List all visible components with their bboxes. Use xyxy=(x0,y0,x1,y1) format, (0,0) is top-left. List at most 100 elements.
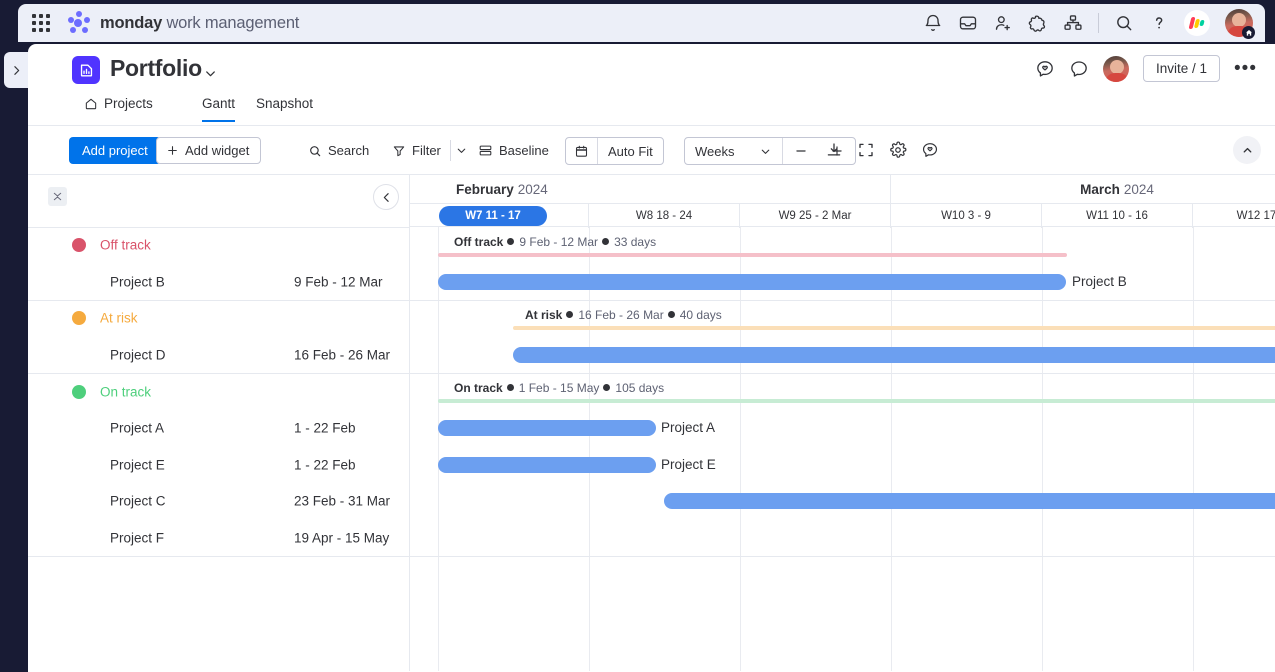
home-badge-icon xyxy=(1242,26,1255,39)
project-bar-label: Project A xyxy=(661,419,716,435)
bullet-icon xyxy=(603,384,611,392)
project-bar[interactable] xyxy=(438,273,1066,290)
plus-icon xyxy=(168,146,177,155)
search-button[interactable]: Search xyxy=(302,137,375,164)
tab-projects-label: Projects xyxy=(104,96,153,111)
calendar-range-button[interactable] xyxy=(566,138,597,164)
project-row[interactable]: Project C 23 Feb - 31 Mar xyxy=(28,483,409,520)
project-bar[interactable] xyxy=(664,493,1275,510)
project-row[interactable]: Project A 1 - 22 Feb xyxy=(28,410,409,447)
bullet-icon xyxy=(507,238,515,245)
comment-icon[interactable] xyxy=(918,138,942,162)
row-separator xyxy=(410,555,1275,557)
gantt-view: Off track Project B 9 Feb - 12 Mar At risk P… xyxy=(28,175,1275,671)
timeline-week-cell[interactable]: W8 18 - 24 xyxy=(589,204,740,228)
board-more-menu-button[interactable]: ••• xyxy=(1234,59,1257,78)
board-reaction-icon[interactable] xyxy=(1035,59,1055,79)
timeline-week-cell[interactable] xyxy=(438,204,589,228)
bullet-icon xyxy=(667,311,675,319)
tab-gantt-label: Gantt xyxy=(202,96,236,111)
project-row[interactable]: Project B 9 Feb - 12 Mar xyxy=(28,264,409,301)
board-owner-avatar[interactable] xyxy=(1103,55,1129,82)
brand-title: monday work management xyxy=(100,14,299,33)
apps-grid-icon[interactable] xyxy=(32,14,50,32)
group-summary-row: Off track 9 Feb - 12 Mar 33 days xyxy=(410,227,1275,264)
filter-icon xyxy=(393,145,405,156)
project-date-range: 1 - 22 Feb xyxy=(294,420,356,436)
timeline-week-cell[interactable]: W10 3 - 9 xyxy=(891,204,1042,228)
project-date-range: 19 Apr - 15 May xyxy=(294,530,390,546)
group-summary-label: Off track 9 Feb - 12 Mar 33 days xyxy=(454,235,656,249)
auto-fit-label: Auto Fit xyxy=(608,143,653,159)
project-name: Project C xyxy=(110,493,166,509)
group-summary-row: At risk 16 Feb - 26 Mar 40 days xyxy=(410,300,1275,337)
add-project-button[interactable]: Add project xyxy=(69,137,161,164)
group-summary-bar[interactable] xyxy=(438,253,1067,257)
expand-sidebar-button[interactable] xyxy=(4,52,28,88)
zoom-unit-select[interactable]: Weeks xyxy=(685,138,782,164)
collapse-toolbar-button[interactable] xyxy=(1233,136,1261,164)
project-row[interactable]: Project E 1 - 22 Feb xyxy=(28,447,409,484)
tab-projects[interactable]: Projects xyxy=(84,96,153,120)
month-name: February xyxy=(456,181,514,197)
project-bar[interactable] xyxy=(438,419,656,436)
project-bar-label: Project E xyxy=(661,456,716,472)
gantt-bars-area: Off track 9 Feb - 12 Mar 33 days Project B A… xyxy=(410,227,1275,557)
tab-snapshot-label: Snapshot xyxy=(256,96,314,111)
home-icon xyxy=(85,98,97,109)
group-summary-bar[interactable] xyxy=(513,326,1275,331)
group-summary-bar[interactable] xyxy=(438,399,1275,404)
comment-icon[interactable] xyxy=(1069,59,1089,79)
settings-gear-icon[interactable] xyxy=(886,138,910,162)
collapse-all-groups-button[interactable] xyxy=(48,187,67,206)
auto-fit-button[interactable]: Auto Fit xyxy=(598,138,663,164)
group-summary-range: 9 Feb - 12 Mar xyxy=(519,235,599,249)
notifications-bell-icon[interactable] xyxy=(923,13,943,33)
project-row[interactable]: Project F 19 Apr - 15 May xyxy=(28,520,409,557)
zoom-out-button[interactable] xyxy=(783,138,819,164)
tab-snapshot[interactable]: Snapshot xyxy=(256,96,313,120)
help-icon[interactable] xyxy=(1149,13,1169,33)
group-summary-label: On track 1 Feb - 15 May 105 days xyxy=(454,381,664,395)
group-summary-name: At risk xyxy=(525,308,563,323)
group-header-row[interactable]: On track xyxy=(28,373,409,410)
filter-label: Filter xyxy=(412,143,441,158)
project-bar-row: Project A xyxy=(410,410,1275,447)
teams-network-icon[interactable] xyxy=(1063,13,1083,33)
timeline-week-cell[interactable]: W12 17 - 23 xyxy=(1193,204,1275,228)
invite-button[interactable]: Invite / 1 xyxy=(1143,55,1221,82)
page-title: Portfolio xyxy=(110,55,202,81)
project-bar[interactable] xyxy=(513,346,1275,363)
inbox-icon[interactable] xyxy=(958,13,978,33)
group-summary-range: 1 Feb - 15 May xyxy=(518,381,600,396)
timeline-week-cell[interactable]: W11 10 - 16 xyxy=(1042,204,1193,228)
timeline-week-cell[interactable]: W9 25 - 2 Mar xyxy=(740,204,891,228)
scroll-timeline-back-button[interactable] xyxy=(373,184,399,210)
auto-fit-group: Auto Fit xyxy=(565,137,664,165)
invite-member-icon[interactable] xyxy=(993,13,1013,33)
project-bar-row xyxy=(410,483,1275,520)
project-row[interactable]: Project D 16 Feb - 26 Mar xyxy=(28,337,409,374)
download-icon[interactable] xyxy=(822,138,846,162)
project-name: Project A xyxy=(110,420,165,436)
search-icon[interactable] xyxy=(1114,13,1134,33)
monday-badge-icon[interactable] xyxy=(1184,10,1210,36)
add-widget-button[interactable]: Add widget xyxy=(156,137,262,164)
baseline-button[interactable]: Baseline xyxy=(472,137,555,164)
timeline-month-february: February 2024 xyxy=(410,175,891,203)
board-menu-caret-icon[interactable] xyxy=(203,66,218,86)
group-header-row[interactable]: Off track xyxy=(28,227,409,264)
project-bar[interactable] xyxy=(438,456,656,473)
fullscreen-icon[interactable] xyxy=(854,138,878,162)
filter-button[interactable]: Filter xyxy=(386,137,474,164)
month-name: March xyxy=(1080,181,1120,197)
tab-gantt[interactable]: Gantt xyxy=(202,96,236,122)
apps-marketplace-icon[interactable] xyxy=(1028,13,1048,33)
project-name: Project D xyxy=(110,347,166,363)
user-avatar[interactable] xyxy=(1225,9,1255,39)
group-header-row[interactable]: At risk xyxy=(28,300,409,337)
project-date-range: 9 Feb - 12 Mar xyxy=(294,274,383,290)
add-widget-label: Add widget xyxy=(185,143,250,158)
project-bar-row: Project E xyxy=(410,447,1275,484)
group-status-dot xyxy=(72,311,86,326)
